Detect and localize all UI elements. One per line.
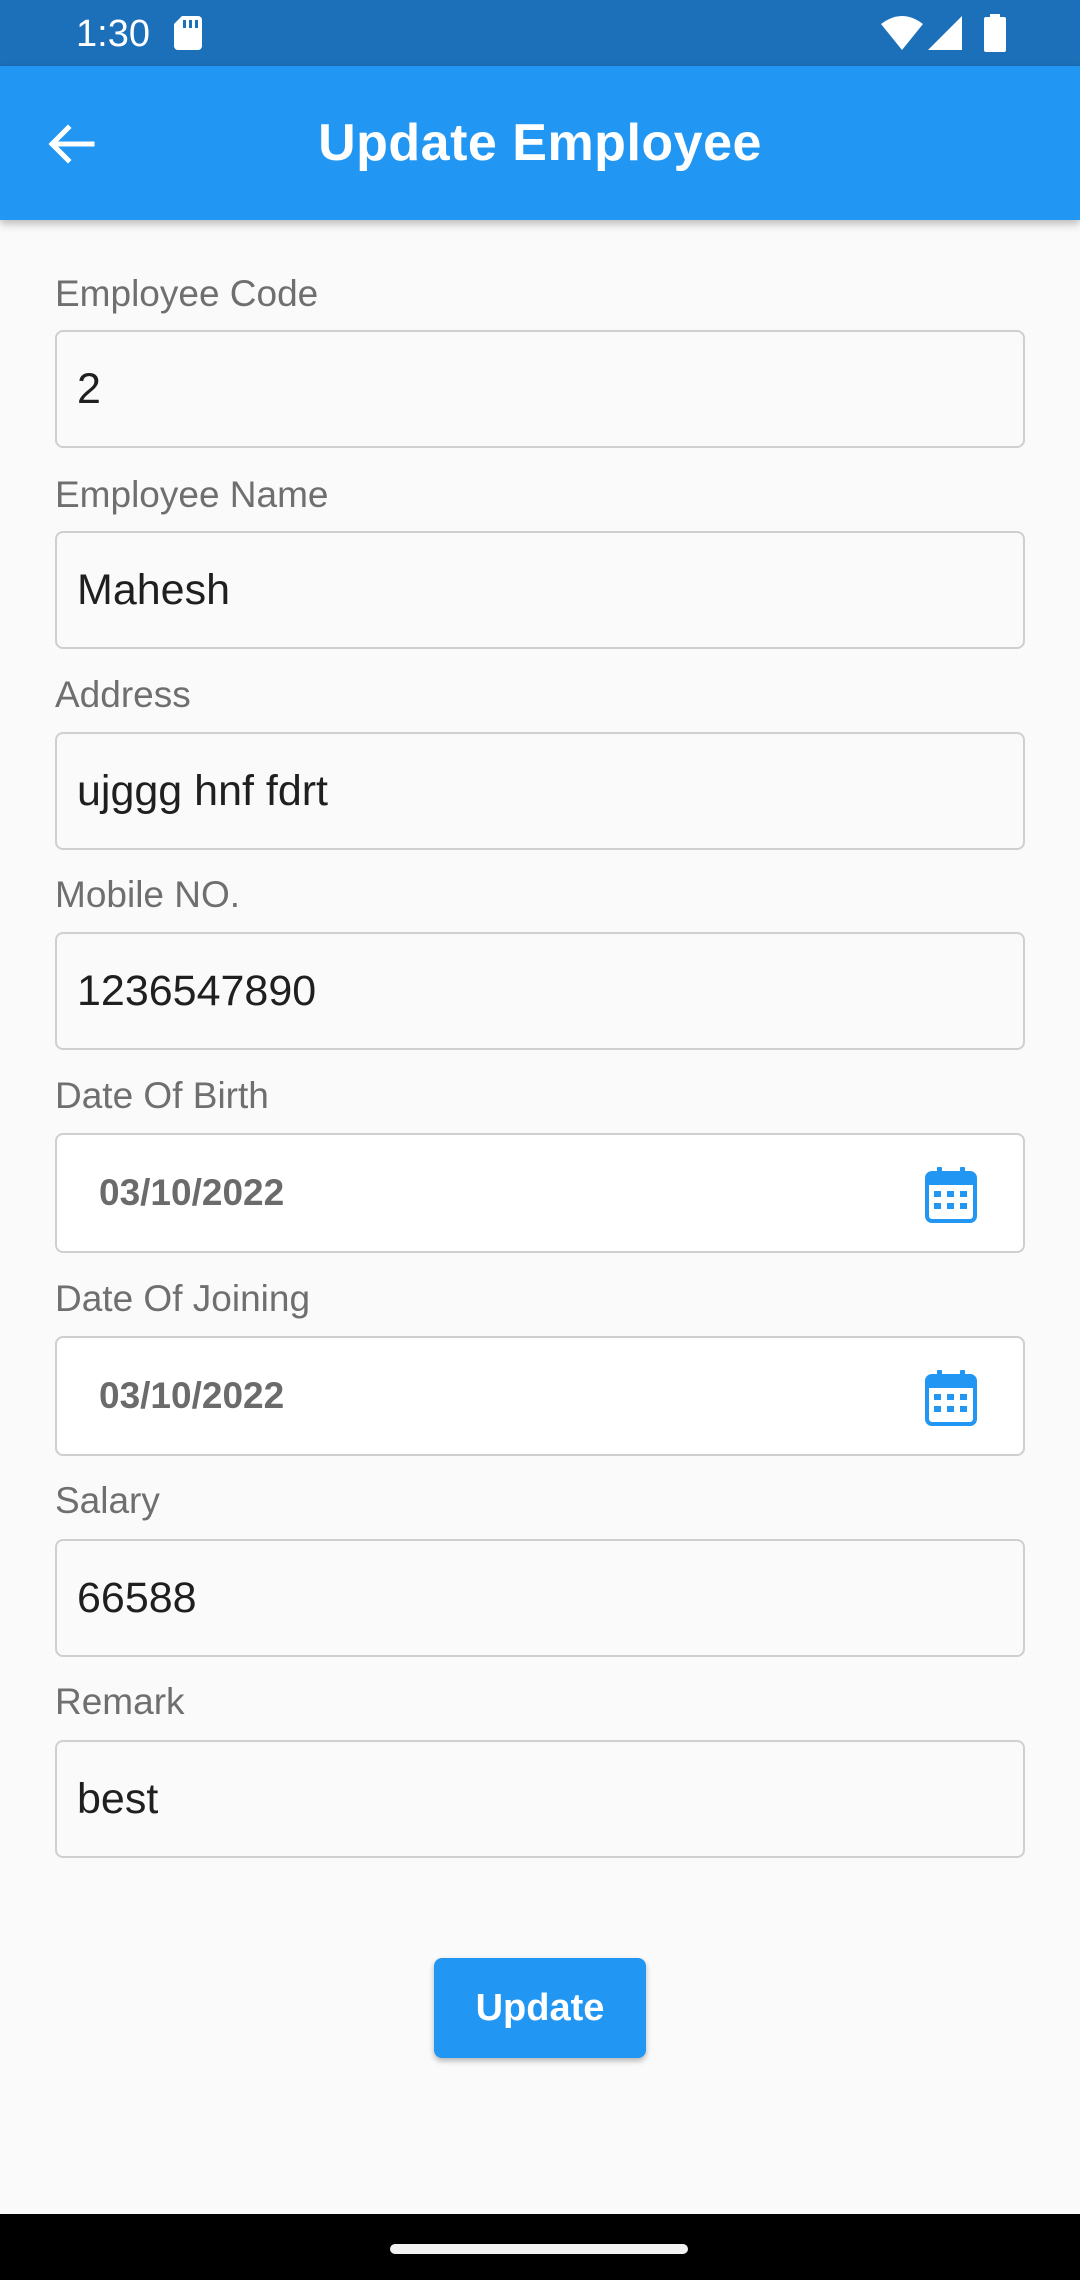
mobile-label: Mobile NO.	[55, 874, 241, 915]
employee-code-label: Employee Code	[55, 273, 319, 314]
calendar-icon[interactable]	[925, 1167, 977, 1223]
cell-signal-icon	[928, 16, 962, 50]
calendar-icon[interactable]	[925, 1370, 977, 1426]
address-label: Address	[55, 674, 191, 715]
remark-field[interactable]: best	[55, 1740, 1025, 1858]
date-of-joining-value: 03/10/2022	[99, 1375, 285, 1416]
arrow-back-icon[interactable]	[40, 112, 104, 176]
date-of-birth-label: Date Of Birth	[55, 1075, 269, 1116]
sd-card-icon	[174, 16, 202, 50]
navigation-bar	[0, 2214, 1080, 2280]
home-handle[interactable]	[390, 2244, 688, 2254]
page-title: Update Employee	[318, 114, 762, 172]
battery-icon	[984, 14, 1006, 52]
date-of-birth-field[interactable]: 03/10/2022	[55, 1133, 1025, 1253]
mobile-field[interactable]: 1236547890	[55, 932, 1025, 1050]
wifi-icon	[881, 16, 923, 50]
date-of-joining-field[interactable]: 03/10/2022	[55, 1336, 1025, 1456]
employee-code-field[interactable]: 2	[55, 330, 1025, 448]
salary-field[interactable]: 66588	[55, 1539, 1025, 1657]
date-of-birth-value: 03/10/2022	[99, 1172, 285, 1213]
update-button[interactable]: Update	[434, 1958, 646, 2058]
status-time: 1:30	[76, 13, 150, 55]
address-field[interactable]: ujggg hnf fdrt	[55, 732, 1025, 850]
employee-name-label: Employee Name	[55, 474, 329, 515]
remark-label: Remark	[55, 1681, 185, 1722]
date-of-joining-label: Date Of Joining	[55, 1278, 311, 1319]
employee-name-field[interactable]: Mahesh	[55, 531, 1025, 649]
status-bar: 1:30	[0, 0, 1080, 66]
salary-label: Salary	[55, 1480, 160, 1521]
app-bar: Update Employee	[0, 66, 1080, 220]
